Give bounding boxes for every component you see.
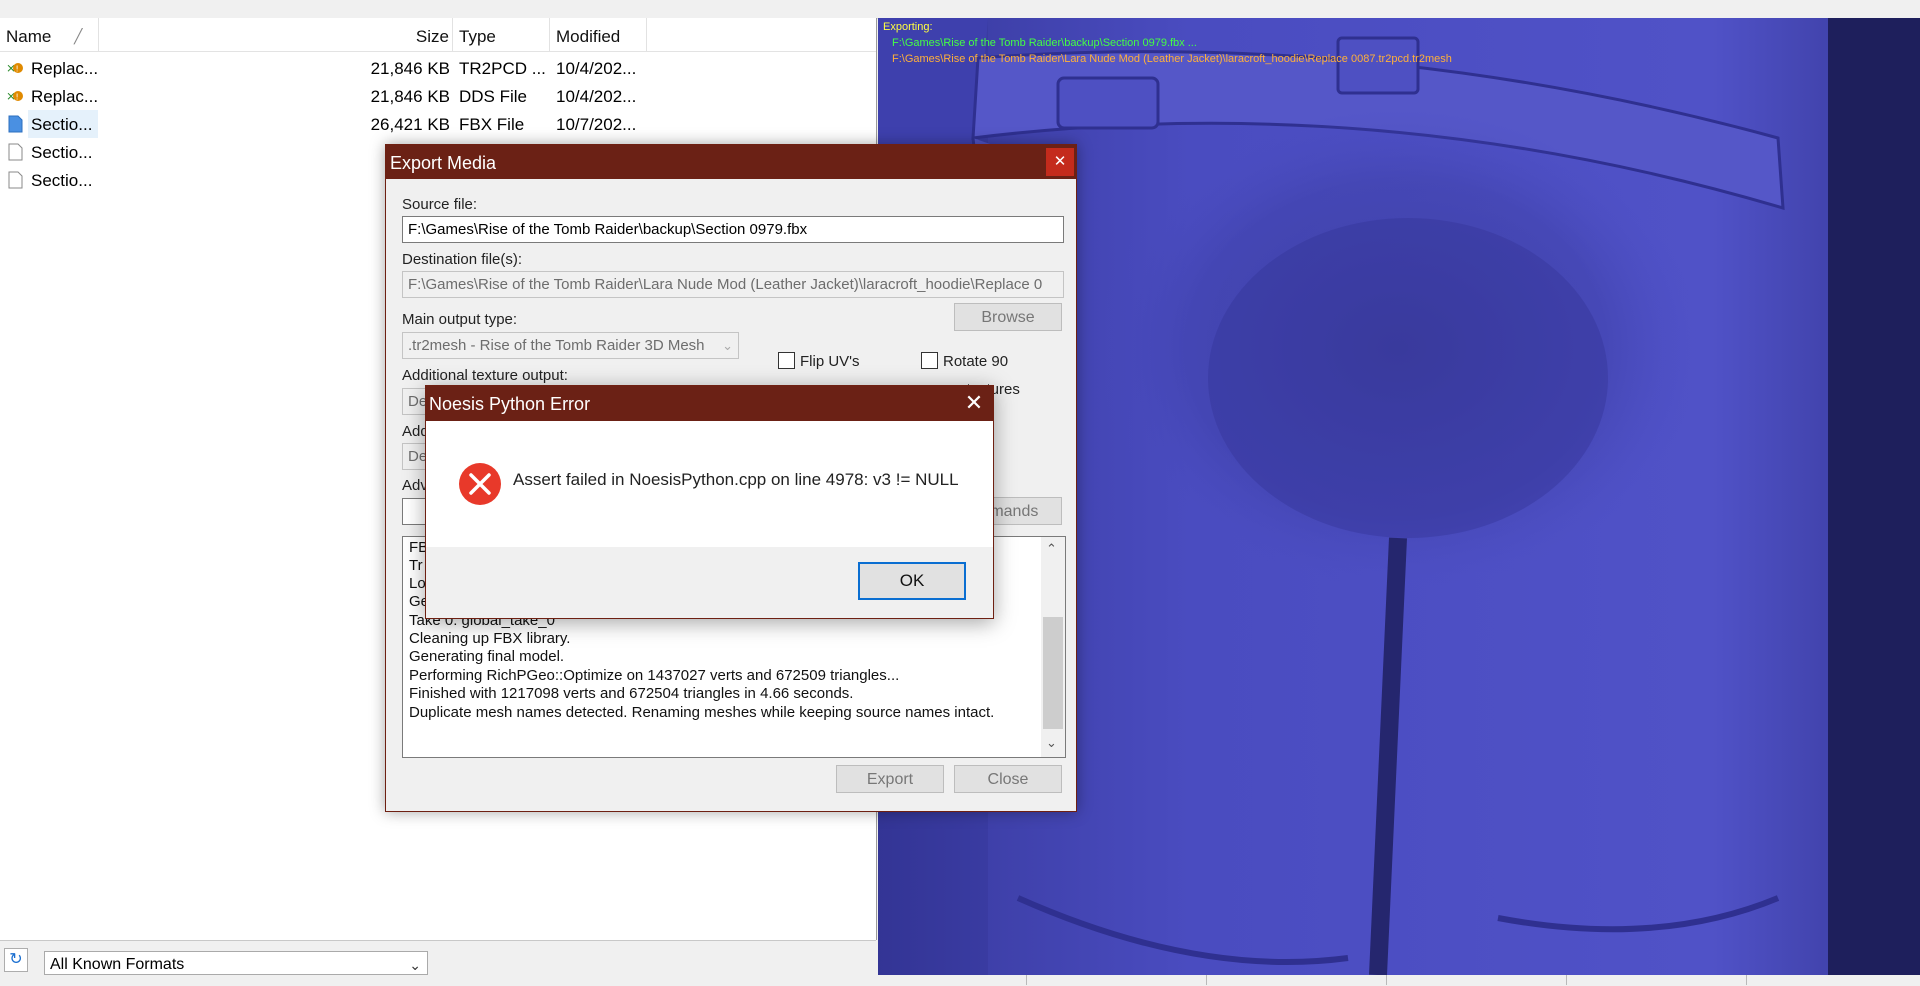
advanced-options-label: Adv (402, 477, 428, 494)
destination-file-field[interactable]: F:\Games\Rise of the Tomb Raider\Lara Nu… (402, 271, 1064, 298)
sort-indicator-icon: ╱ (74, 28, 83, 44)
status-separator (1746, 975, 1747, 985)
column-header-size[interactable]: Size (99, 18, 453, 51)
svg-text:!: ! (16, 65, 19, 74)
file-type: FBX File (459, 115, 525, 134)
browse-button[interactable]: Browse (954, 303, 1062, 331)
chevron-down-icon: ⌄ (722, 338, 733, 353)
refresh-icon: ↻ (9, 951, 23, 968)
file-name: Sectio... (31, 171, 93, 190)
file-row[interactable]: ⨯! Replac... 21,846 KB TR2PCD ... 10/4/2… (0, 54, 876, 82)
ok-button[interactable]: OK (858, 562, 966, 600)
flip-uvs-checkbox[interactable] (778, 352, 795, 369)
error-message: Assert failed in NoesisPython.cpp on lin… (513, 470, 959, 489)
source-file-field[interactable]: F:\Games\Rise of the Tomb Raider\backup\… (402, 216, 1064, 243)
close-icon: ✕ (1053, 153, 1067, 170)
status-bar (876, 975, 1920, 985)
main-output-type-label: Main output type: (402, 311, 518, 328)
main-output-type-select[interactable]: .tr2mesh - Rise of the Tomb Raider 3D Me… (402, 332, 739, 359)
file-name: Replac... (31, 59, 99, 78)
export-button[interactable]: Export (836, 765, 944, 793)
refresh-button[interactable]: ↻ (4, 948, 28, 972)
export-status-title: Exporting: (883, 21, 933, 33)
file-list-header: Name ╱ Size Type Modified (0, 18, 876, 52)
scroll-up-arrow-icon[interactable]: ⌃ (1046, 541, 1057, 557)
file-size: 21,846 KB (370, 59, 450, 78)
file-row[interactable]: ⨯! Replac... 21,846 KB DDS File 10/4/202… (0, 82, 876, 110)
error-icon (459, 463, 501, 505)
log-line: Finished with 1217098 verts and 672504 t… (409, 685, 854, 702)
file-pane-bottom-bar: ↻ All Known Formats ⌄ (0, 940, 876, 986)
chevron-down-icon: ⌄ (409, 957, 421, 973)
export-dialog-title: Export Media (386, 145, 1076, 179)
rotate-90-label: Rotate 90 (943, 353, 1009, 370)
file-size: 21,846 KB (370, 87, 450, 106)
column-header-type[interactable]: Type (453, 18, 550, 51)
file-name: Replac... (31, 87, 99, 106)
file-size: 26,421 KB (370, 115, 450, 134)
noesis-python-error-dialog: Noesis Python Error ✕ Assert failed in N… (425, 385, 994, 619)
svg-text:!: ! (16, 93, 19, 102)
fbx-file-icon (8, 115, 23, 133)
file-name: Sectio... (31, 115, 93, 134)
format-filter-dropdown[interactable]: All Known Formats ⌄ (44, 951, 428, 975)
file-icon (8, 171, 23, 189)
close-button[interactable]: Close (954, 765, 1062, 793)
destination-file-label: Destination file(s): (402, 251, 523, 268)
scroll-down-arrow-icon[interactable]: ⌄ (1046, 735, 1057, 751)
patch-icon: ⨯! (6, 89, 23, 103)
scroll-thumb[interactable] (1043, 617, 1063, 729)
log-line: Duplicate mesh names detected. Renaming … (409, 704, 995, 721)
window-top-strip (0, 0, 1920, 19)
file-row-selected[interactable]: Sectio... 26,421 KB FBX File 10/7/202... (0, 110, 876, 138)
error-dialog-title: Noesis Python Error (426, 386, 993, 421)
file-type: TR2PCD ... (459, 59, 546, 78)
file-modified: 10/7/202... (556, 115, 637, 134)
file-modified: 10/4/202... (556, 59, 637, 78)
close-icon: ✕ (964, 390, 984, 415)
column-header-modified[interactable]: Modified (550, 18, 647, 51)
log-line: Performing RichPGeo::Optimize on 1437027… (409, 667, 900, 684)
column-header-name-label: Name (6, 27, 52, 46)
status-separator (1386, 975, 1387, 985)
log-line: Lo (409, 575, 426, 592)
status-separator (1026, 975, 1027, 985)
file-name: Sectio... (31, 143, 93, 162)
error-dialog-close-button[interactable]: ✕ (956, 386, 992, 421)
status-separator (1566, 975, 1567, 985)
log-line: Tr (409, 557, 423, 574)
additional-texture-label: Additional texture output: (402, 367, 568, 384)
main-output-type-value: .tr2mesh - Rise of the Tomb Raider 3D Me… (408, 337, 705, 354)
column-header-name[interactable]: Name ╱ (0, 18, 99, 51)
log-line: Generating final model. (409, 648, 565, 665)
column-header-modified-label: Modified (556, 27, 621, 46)
log-line: Cleaning up FBX library. (409, 630, 571, 647)
log-scrollbar[interactable]: ⌃ ⌄ (1041, 537, 1065, 757)
format-filter-value: All Known Formats (50, 956, 185, 973)
export-status-source: F:\Games\Rise of the Tomb Raider\backup\… (892, 37, 1197, 49)
export-status-destination: F:\Games\Rise of the Tomb Raider\Lara Nu… (892, 53, 1452, 65)
status-separator (1206, 975, 1207, 985)
rotate-90-checkbox[interactable] (921, 352, 938, 369)
column-header-type-label: Type (459, 27, 496, 46)
file-modified: 10/4/202... (556, 87, 637, 106)
file-type: DDS File (459, 87, 528, 106)
file-icon (8, 143, 23, 161)
flip-uvs-label: Flip UV's (800, 353, 860, 370)
source-file-label: Source file: (402, 196, 478, 213)
patch-icon: ⨯! (6, 61, 23, 75)
column-header-size-label: Size (415, 27, 449, 46)
export-dialog-close-button[interactable]: ✕ (1046, 148, 1074, 176)
